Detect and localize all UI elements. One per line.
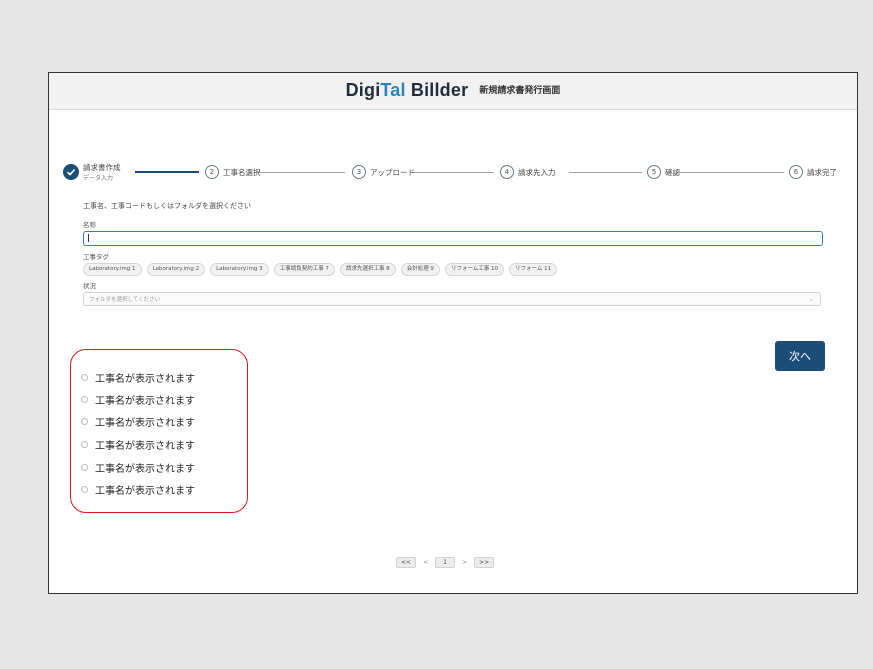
app-header: DigiTal Billder 新規請求書発行画面: [49, 73, 857, 110]
radio-button[interactable]: [81, 374, 88, 381]
step-connector-4: [569, 172, 642, 173]
step-1-sublabel: データ入力: [83, 175, 114, 182]
step-3-upload[interactable]: 3 アップロード: [352, 162, 415, 182]
step-2-number: 2: [205, 165, 219, 179]
radio-button[interactable]: [81, 464, 88, 471]
project-list-item[interactable]: 工事名が表示されます: [81, 392, 195, 407]
step-6-label: 請求完了: [807, 167, 837, 177]
app-window: DigiTal Billder 新規請求書発行画面 請求書作成 データ入力 2 …: [48, 72, 858, 594]
project-name: 工事名が表示されます: [95, 418, 195, 429]
tag-chip[interactable]: Laboratory.img 3: [210, 263, 269, 276]
project-name: 工事名が表示されます: [95, 441, 195, 452]
step-2-select-project[interactable]: 2 工事名選択: [205, 162, 261, 182]
radio-button[interactable]: [81, 441, 88, 448]
name-input[interactable]: [83, 231, 823, 246]
text-caret: [88, 234, 89, 242]
project-list-item[interactable]: 工事名が表示されます: [81, 437, 195, 452]
project-list-item[interactable]: 工事名が表示されます: [81, 482, 195, 497]
step-3-label: アップロード: [370, 167, 415, 177]
step-connector-2: [257, 172, 345, 173]
step-connector-3: [412, 172, 494, 173]
step-connector-1: [135, 171, 199, 173]
check-icon: [63, 164, 79, 180]
step-5-confirm[interactable]: 5 確認: [647, 162, 680, 182]
step-4-number: 4: [500, 165, 514, 179]
tag-chip[interactable]: 会計処理 9: [400, 263, 440, 276]
project-list-item[interactable]: 工事名が表示されます: [81, 370, 195, 385]
tag-chip[interactable]: リフォーム工事 10: [444, 263, 505, 276]
project-list-item[interactable]: 工事名が表示されます: [81, 460, 195, 475]
step-4-label: 請求先入力: [518, 167, 556, 177]
step-6-complete[interactable]: 6 請求完了: [789, 162, 837, 182]
chevron-down-icon: ⌄: [808, 296, 814, 303]
step-2-label: 工事名選択: [223, 167, 261, 177]
app-logo: DigiTal Billder: [345, 80, 469, 100]
folder-select-placeholder: フォルダを選択してください: [89, 297, 161, 303]
radio-button[interactable]: [81, 486, 88, 493]
project-list-item[interactable]: 工事名が表示されます: [81, 414, 195, 429]
prev-page-button[interactable]: <: [423, 559, 428, 566]
step-3-number: 3: [352, 165, 366, 179]
radio-button[interactable]: [81, 418, 88, 425]
step-6-number: 6: [789, 165, 803, 179]
step-1-data-entry[interactable]: 請求書作成 データ入力: [63, 162, 121, 182]
folder-label: 状況: [83, 282, 96, 290]
step-4-billing-input[interactable]: 4 請求先入力: [500, 162, 556, 182]
radio-button[interactable]: [81, 396, 88, 403]
tag-chip[interactable]: Laboratory.img 1: [83, 263, 142, 276]
step-5-label: 確認: [665, 167, 680, 177]
page-subtitle: 新規請求書発行画面: [479, 86, 561, 96]
next-page-button[interactable]: >: [462, 559, 467, 566]
tag-chip[interactable]: リフォーム 11: [509, 263, 558, 276]
step-connector-5: [676, 172, 784, 173]
project-name: 工事名が表示されます: [95, 486, 195, 497]
step-1-label: 請求書作成: [83, 163, 121, 172]
next-button[interactable]: 次へ: [775, 341, 825, 371]
tag-chip[interactable]: 請求先選択工事 8: [339, 263, 396, 276]
last-page-button[interactable]: >>: [474, 557, 495, 568]
brand: DigiTal Billder 新規請求書発行画面: [49, 80, 857, 101]
step-5-number: 5: [647, 165, 661, 179]
instruction-text: 工事名、工事コードもしくはフォルダを選択ください: [83, 202, 251, 210]
project-name: 工事名が表示されます: [95, 374, 195, 385]
tag-label: 工事タグ: [83, 253, 109, 261]
tag-chip[interactable]: Laboratory.img 2: [146, 263, 206, 276]
project-name: 工事名が表示されます: [95, 464, 195, 475]
project-name: 工事名が表示されます: [95, 396, 195, 407]
first-page-button[interactable]: <<: [396, 557, 417, 568]
tag-chip-list: Laboratory.img 1 Laboratory.img 2 Labora…: [83, 263, 558, 276]
tag-chip[interactable]: 工事請負契約工事 7: [273, 263, 335, 276]
name-label: 名称: [83, 221, 96, 229]
pagination: << < 1 > >>: [396, 557, 495, 568]
folder-select[interactable]: フォルダを選択してください ⌄: [83, 292, 821, 306]
current-page-button[interactable]: 1: [435, 557, 456, 568]
